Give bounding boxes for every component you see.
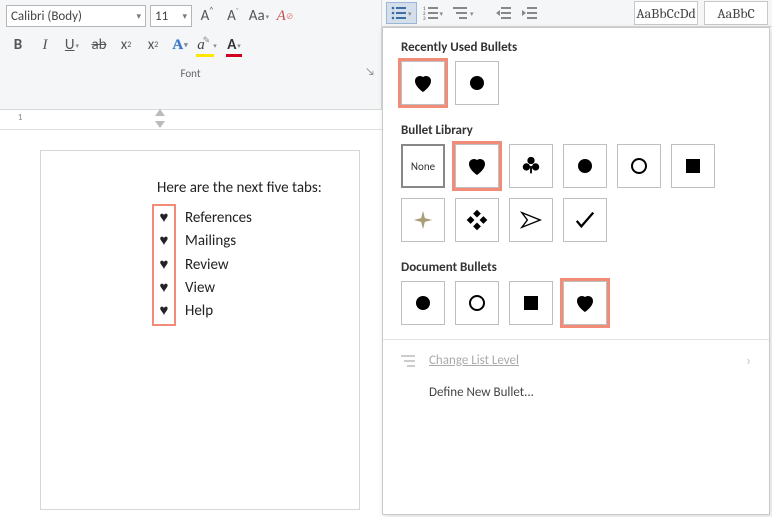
document-workspace: 1 Here are the next five tabs: ♥ Referenc…	[0, 110, 382, 517]
bullet-library-grid: None	[383, 144, 743, 248]
chevron-down-icon: ▾	[182, 11, 187, 22]
font-size-value: 11	[155, 9, 168, 24]
bullet-swatch[interactable]	[509, 281, 553, 325]
style-preview-heading[interactable]: AaBbC	[704, 1, 768, 25]
define-new-bullet-menu[interactable]: Define New Bullet...	[383, 377, 769, 408]
italic-button[interactable]: I	[33, 33, 57, 57]
superscript-button[interactable]: x2	[141, 33, 165, 57]
bold-button[interactable]: B	[6, 33, 30, 57]
font-size-combo[interactable]: 11 ▾	[150, 5, 192, 27]
multilevel-icon	[453, 6, 469, 20]
heart-bullet-icon: ♥	[157, 230, 171, 253]
chevron-down-icon: ▾	[408, 9, 412, 18]
heart-bullet-icon: ♥	[157, 300, 171, 323]
bullet-swatch[interactable]	[671, 144, 715, 188]
document-bullets-heading: Document Bullets	[401, 260, 769, 275]
list-item-text: Review	[185, 254, 229, 277]
change-list-level-menu: Change List Level ›	[383, 344, 769, 377]
list-item: ♥ Review	[157, 254, 339, 277]
heart-bullet-icon: ♥	[157, 277, 171, 300]
bullet-library-heading: Bullet Library	[401, 123, 769, 138]
subscript-button[interactable]: x2	[114, 33, 138, 57]
font-dialog-launcher[interactable]: ↘	[365, 65, 375, 78]
ruler-number: 1	[18, 112, 23, 123]
grow-font-button[interactable]: A^	[196, 5, 218, 27]
bullet-swatch[interactable]	[401, 61, 445, 105]
bullet-swatch[interactable]	[617, 144, 661, 188]
chevron-down-icon: ▾	[440, 9, 444, 18]
bullets-button[interactable]: ▾	[386, 2, 417, 24]
heart-bullet-icon: ♥	[157, 207, 171, 230]
font-name-value: Calibri (Body)	[11, 9, 82, 24]
first-line-indent-marker[interactable]	[155, 109, 165, 116]
list-item: ♥ View	[157, 277, 339, 300]
bullet-swatch[interactable]	[509, 198, 553, 242]
define-new-bullet-label: Define New Bullet...	[429, 385, 534, 400]
font-group-label: Font	[180, 67, 200, 80]
recent-bullets-heading: Recently Used Bullets	[401, 40, 769, 55]
document-page[interactable]: Here are the next five tabs: ♥ References…	[40, 150, 360, 510]
clear-formatting-button[interactable]: A⊘	[274, 5, 296, 27]
list-item-text: Mailings	[185, 230, 236, 253]
highlight-button[interactable]: a✎ ▾	[195, 33, 219, 57]
recent-bullets-row	[383, 61, 769, 111]
chevron-down-icon: ▾	[136, 11, 141, 22]
bulleted-list: ♥ References ♥ Mailings ♥ Review ♥ View ♥ Help	[157, 207, 339, 323]
bullet-swatch[interactable]	[455, 281, 499, 325]
shrink-font-button[interactable]: Aˇ	[222, 5, 244, 27]
numbering-button[interactable]: 123 ▾	[419, 2, 448, 24]
svg-text:3: 3	[423, 16, 426, 20]
decrease-indent-button[interactable]	[492, 2, 516, 24]
increase-indent-button[interactable]	[518, 2, 542, 24]
list-item-text: References	[185, 207, 252, 230]
bullet-swatch[interactable]	[563, 198, 607, 242]
change-list-level-label: Change List Level	[429, 353, 519, 368]
font-name-combo[interactable]: Calibri (Body) ▾	[6, 5, 146, 27]
intro-text: Here are the next five tabs:	[157, 179, 339, 197]
list-item-text: View	[185, 277, 215, 300]
bullet-swatch[interactable]	[401, 198, 445, 242]
hanging-indent-marker[interactable]	[155, 121, 165, 128]
list-item-text: Help	[185, 300, 213, 323]
bullet-swatch[interactable]	[455, 61, 499, 105]
strikethrough-button[interactable]: ab	[87, 33, 111, 57]
heart-bullet-icon: ♥	[157, 254, 171, 277]
horizontal-ruler[interactable]: 1	[0, 110, 382, 130]
bullets-icon	[391, 6, 407, 20]
text-effects-button[interactable]: A▾	[168, 33, 192, 57]
indent-icon	[522, 6, 538, 20]
bullet-swatch[interactable]	[563, 281, 607, 325]
outdent-icon	[496, 6, 512, 20]
underline-button[interactable]: U▾	[60, 33, 84, 57]
multilevel-list-button[interactable]: ▾	[449, 2, 478, 24]
bullet-swatch[interactable]	[509, 144, 553, 188]
list-level-icon	[401, 354, 417, 368]
bullets-dropdown: Recently Used Bullets Bullet Library Non…	[382, 27, 770, 515]
chevron-right-icon: ›	[746, 352, 751, 369]
bullet-swatch[interactable]	[401, 281, 445, 325]
list-item: ♥ Mailings	[157, 230, 339, 253]
font-color-button[interactable]: A ▾	[222, 33, 246, 57]
ribbon-font-group: Calibri (Body) ▾ 11 ▾ A^ Aˇ Aa▾ A⊘ B I U…	[0, 0, 382, 110]
ribbon-paragraph-strip: ▾ 123 ▾ ▾ AaBbCcDd AaBbC	[382, 0, 772, 27]
chevron-down-icon: ▾	[470, 9, 474, 18]
list-item: ♥ Help	[157, 300, 339, 323]
bullet-swatch-none[interactable]: None	[401, 144, 445, 188]
bullet-swatch[interactable]	[455, 198, 499, 242]
style-preview-normal[interactable]: AaBbCcDd	[634, 1, 698, 25]
bullet-swatch[interactable]	[455, 144, 499, 188]
change-case-button[interactable]: Aa▾	[248, 5, 270, 27]
bullet-swatch[interactable]	[563, 144, 607, 188]
document-bullets-row	[383, 281, 769, 331]
numbering-icon: 123	[423, 6, 439, 20]
list-item: ♥ References	[157, 207, 339, 230]
